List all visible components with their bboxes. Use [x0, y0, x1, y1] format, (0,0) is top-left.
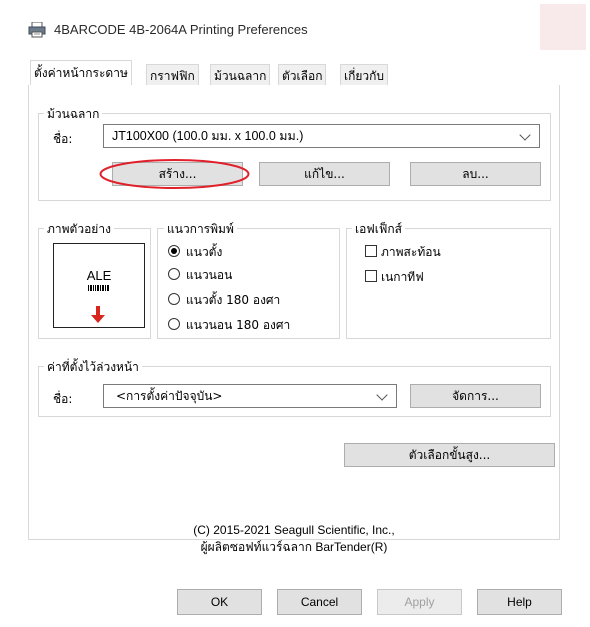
apply-button[interactable]: Apply: [377, 589, 462, 615]
preset-name-label: ชื่อ:: [53, 392, 73, 406]
preset-dropdown[interactable]: <การตั้งค่าปัจจุบัน>: [103, 384, 397, 408]
tab-graphics[interactable]: กราฟฟิก: [146, 64, 199, 86]
delete-stock-button[interactable]: ลบ...: [410, 162, 541, 186]
orientation-landscape-label: แนวนอน: [186, 268, 233, 282]
edit-stock-button[interactable]: แก้ไข...: [259, 162, 390, 186]
tab-about[interactable]: เกี่ยวกับ: [340, 64, 389, 86]
preview-sample-text: ALE: [86, 268, 112, 283]
orientation-landscape-180-label: แนวนอน 180 องศา: [186, 318, 291, 332]
preview-group-label: ภาพตัวอย่าง: [44, 220, 114, 239]
orientation-landscape-180-radio[interactable]: [168, 318, 180, 330]
stock-name-label: ชื่อ:: [53, 132, 73, 146]
presets-group-label: ค่าที่ตั้งไว้ล่วงหน้า: [44, 358, 142, 377]
help-button[interactable]: Help: [477, 589, 562, 615]
advanced-options-button[interactable]: ตัวเลือกขั้นสูง...: [344, 443, 555, 467]
negative-checkbox[interactable]: [365, 270, 377, 282]
window-title: 4BARCODE 4B-2064A Printing Preferences: [54, 22, 308, 37]
tab-options[interactable]: ตัวเลือก: [278, 64, 327, 86]
mirror-image-checkbox[interactable]: [365, 245, 377, 257]
preset-value: <การตั้งค่าปัจจุบัน>: [116, 389, 223, 403]
stock-name-dropdown[interactable]: JT100X00 (100.0 มม. x 100.0 มม.): [103, 124, 540, 148]
copyright-line-2: ผู้ผลิตซอฟท์แวร์ฉลาก BarTender(R): [200, 540, 388, 554]
orientation-landscape-radio[interactable]: [168, 268, 180, 280]
negative-label: เนกาทีฟ: [381, 270, 424, 284]
orientation-portrait-label: แนวตั้ง: [186, 245, 223, 259]
stock-name-value: JT100X00 (100.0 มม. x 100.0 มม.): [112, 129, 304, 143]
barcode-icon: [88, 285, 109, 291]
tab-page-setup[interactable]: ตั้งค่าหน้ากระดาษ: [30, 60, 132, 86]
close-button[interactable]: [540, 4, 586, 50]
orientation-portrait-180-radio[interactable]: [168, 293, 180, 305]
stock-group-label: ม้วนฉลาก: [44, 105, 103, 124]
orientation-portrait-180-label: แนวตั้ง 180 องศา: [186, 293, 281, 307]
chevron-down-icon: [376, 389, 388, 401]
feed-direction-arrow-icon: [91, 306, 105, 323]
ok-button[interactable]: OK: [177, 589, 262, 615]
orientation-group-label: แนวการพิมพ์: [164, 220, 237, 239]
copyright-line-1: (C) 2015-2021 Seagull Scientific, Inc.,: [193, 523, 395, 537]
tab-stock[interactable]: ม้วนฉลาก: [210, 64, 271, 86]
effects-group-label: เอฟเฟ็กส์: [352, 220, 405, 239]
orientation-portrait-radio[interactable]: [168, 245, 180, 257]
printer-icon: [28, 22, 46, 38]
highlight-ellipse: [99, 159, 250, 189]
chevron-down-icon: [519, 129, 531, 141]
manage-presets-button[interactable]: จัดการ...: [410, 384, 541, 408]
mirror-image-label: ภาพสะท้อน: [381, 245, 441, 259]
preview-page: ALE: [53, 243, 145, 328]
cancel-button[interactable]: Cancel: [277, 589, 362, 615]
